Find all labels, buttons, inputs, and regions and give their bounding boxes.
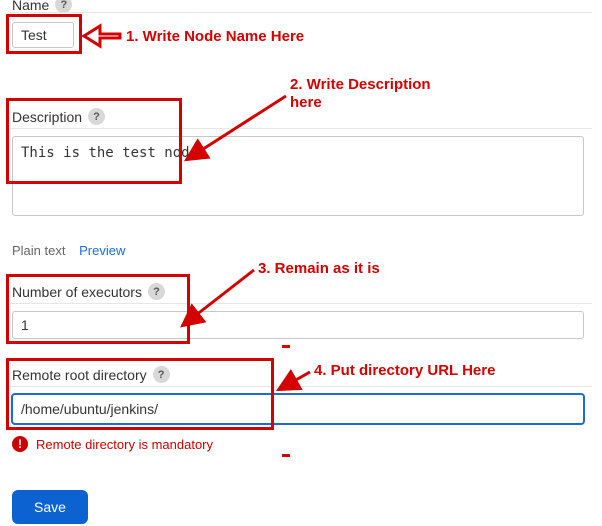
annotation-text-1: 1. Write Node Name Here bbox=[126, 28, 304, 47]
annotation-text-4: 4. Put directory URL Here bbox=[314, 362, 495, 381]
executors-input[interactable] bbox=[12, 311, 584, 339]
annotation-text-3: 3. Remain as it is bbox=[258, 260, 380, 279]
remote-root-input[interactable] bbox=[12, 394, 584, 424]
remote-root-error: ! Remote directory is mandatory bbox=[12, 436, 213, 452]
description-label: Description ? bbox=[12, 108, 105, 125]
executors-label: Number of executors ? bbox=[12, 283, 165, 300]
annotation-mark bbox=[282, 454, 290, 457]
remote-root-label: Remote root directory ? bbox=[12, 366, 170, 383]
description-label-text: Description bbox=[12, 109, 82, 125]
tab-preview[interactable]: Preview bbox=[79, 243, 125, 258]
description-textarea[interactable] bbox=[12, 136, 584, 216]
divider bbox=[10, 128, 592, 129]
remote-root-label-text: Remote root directory bbox=[12, 367, 147, 383]
save-button[interactable]: Save bbox=[12, 490, 88, 524]
help-icon[interactable]: ? bbox=[153, 366, 170, 383]
executors-label-text: Number of executors bbox=[12, 284, 142, 300]
name-input[interactable] bbox=[12, 22, 74, 48]
annotation-text-2a: 2. Write Description bbox=[290, 76, 431, 95]
error-text: Remote directory is mandatory bbox=[36, 437, 213, 452]
divider bbox=[10, 386, 592, 387]
help-icon[interactable]: ? bbox=[88, 108, 105, 125]
divider bbox=[10, 12, 592, 13]
error-icon: ! bbox=[12, 436, 28, 452]
tab-plaintext[interactable]: Plain text bbox=[12, 243, 65, 258]
description-mode-tabs: Plain text Preview bbox=[12, 243, 125, 258]
annotation-mark bbox=[282, 345, 290, 348]
help-icon[interactable]: ? bbox=[148, 283, 165, 300]
annotation-text-2b: here bbox=[290, 94, 322, 113]
divider bbox=[10, 303, 592, 304]
name-label-text: Name bbox=[12, 0, 49, 13]
